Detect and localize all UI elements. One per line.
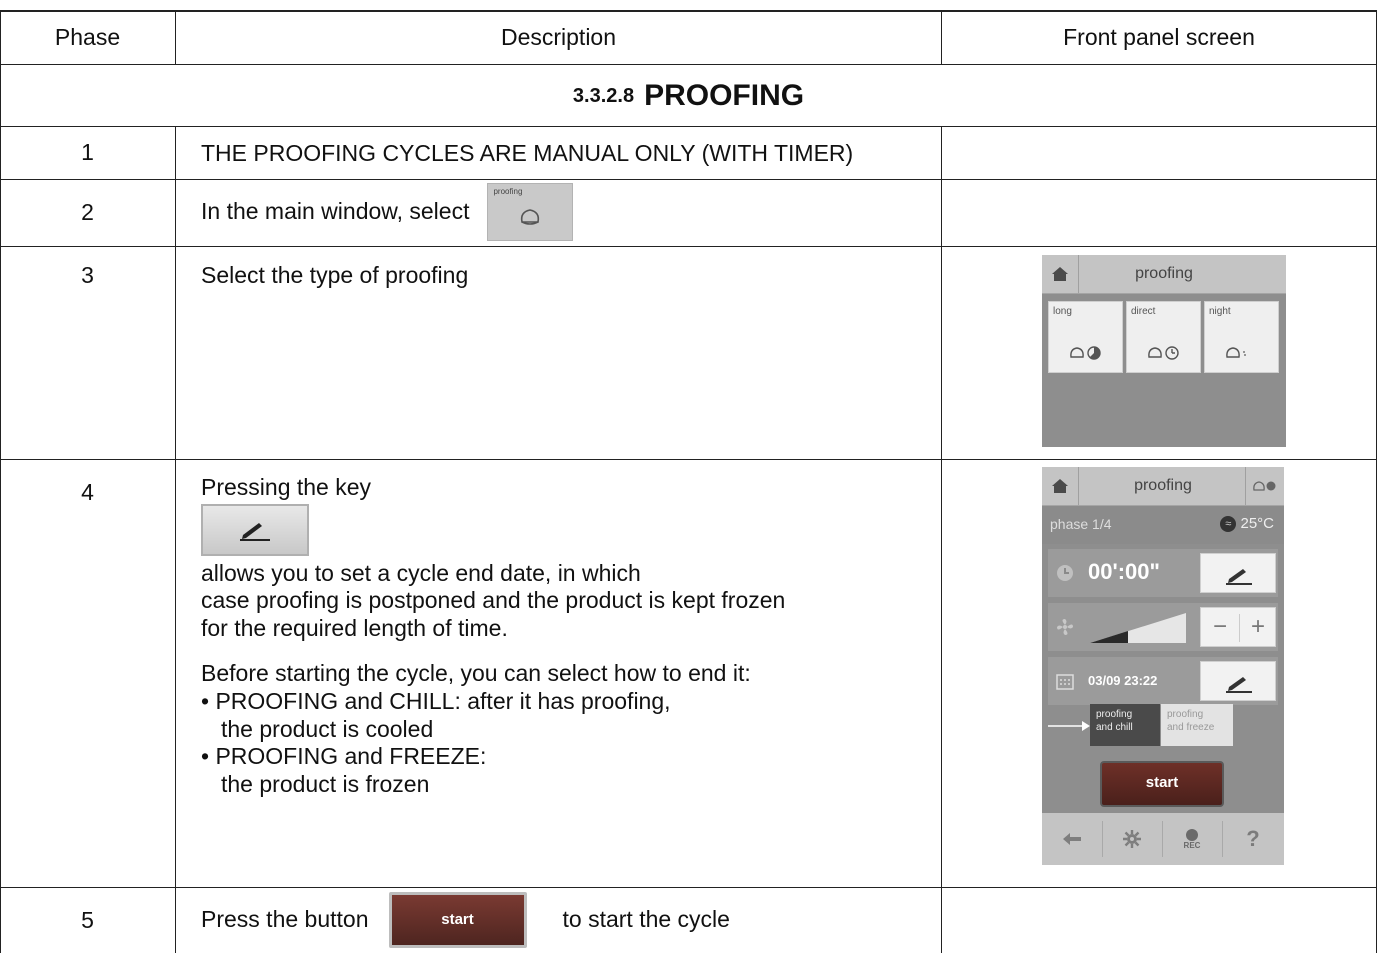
header-description: Description <box>500 24 617 51</box>
bullet-chill-b: the product is cooled <box>221 715 434 742</box>
row4-text-d: for the required length of time. <box>201 614 508 641</box>
row1-text: THE PROOFING CYCLES ARE MANUAL ONLY (WIT… <box>201 140 854 166</box>
help-icon: ? <box>1246 826 1260 851</box>
pencil-icon <box>1226 677 1252 693</box>
home-icon <box>1042 467 1079 505</box>
start-button-image: start <box>388 892 527 948</box>
option-proofing-and-chill: proofing and chill <box>1090 704 1160 746</box>
bullet-freeze-a: • PROOFING and FREEZE: <box>201 743 487 770</box>
option-proofing-and-freeze: proofing and freeze <box>1161 704 1233 746</box>
phase-indicator: phase 1/4 <box>1050 516 1112 532</box>
tile-direct-label: direct <box>1131 306 1156 317</box>
header-front-panel: Front panel screen <box>1063 24 1255 51</box>
section-number: 3.3.2.8 <box>572 84 635 107</box>
record-icon: REC <box>1162 813 1222 865</box>
phase-bar: phase 1/4 ≈ 25°C <box>1042 506 1284 544</box>
section-heading: PROOFING <box>644 78 805 112</box>
proofing-long-icon <box>1245 467 1284 505</box>
date-edit-key <box>1200 661 1276 701</box>
timer-value: 00':00" <box>1088 559 1160 584</box>
back-arrow-icon <box>1042 813 1102 865</box>
row5-phase: 5 <box>81 906 94 933</box>
row5-text-a: Press the button <box>201 906 369 933</box>
clock-icon <box>1057 565 1073 581</box>
col-divider <box>175 126 176 953</box>
row4-text-a: Pressing the key <box>201 474 372 500</box>
row4-phase: 4 <box>81 479 94 505</box>
minus-button: − <box>1212 613 1227 640</box>
panel-screenshot-settings: proofing phase 1/4 ≈ 25°C 00':00" − + 03… <box>1042 467 1284 865</box>
edit-key-image <box>201 503 309 556</box>
timer-edit-key <box>1200 553 1276 593</box>
procedure-table: Phase Description Front panel screen 3.3… <box>0 0 1377 953</box>
row2-description: In the main window, select proofing <box>201 182 936 242</box>
fan-row: − + <box>1048 603 1278 651</box>
row4-text-c: case proofing is postponed and the produ… <box>201 587 786 614</box>
panel4-header: proofing <box>1042 467 1284 506</box>
row-divider <box>0 246 1377 247</box>
option-chill-line1: proofing <box>1096 709 1133 720</box>
bullet-chill-a: • PROOFING and CHILL: after it has proof… <box>201 687 671 714</box>
proofing-night-icon <box>1226 347 1257 359</box>
col-divider <box>941 126 942 953</box>
panel4-footer: REC ? <box>1042 813 1284 865</box>
panel3-title: proofing <box>1135 265 1193 282</box>
row4-text-e: Before starting the cycle, you can selec… <box>201 660 751 687</box>
gear-icon <box>1102 813 1162 865</box>
home-icon <box>1042 255 1079 293</box>
header-phase: Phase <box>54 24 121 51</box>
tile-long: long <box>1048 301 1123 373</box>
row-divider <box>0 459 1377 460</box>
row-divider <box>0 126 1377 127</box>
date-row: 03/09 23:22 <box>1048 657 1278 705</box>
row-divider <box>0 179 1377 180</box>
calendar-icon <box>1056 674 1074 690</box>
record-label: REC <box>1183 840 1201 850</box>
panel4-title: proofing <box>1134 477 1192 494</box>
row3-phase: 3 <box>81 262 94 288</box>
panel-start-button: start <box>1100 761 1224 807</box>
arrow-pointer <box>1048 721 1090 731</box>
row3-text: Select the type of proofing <box>201 262 469 288</box>
fan-speed-level <box>1090 613 1186 643</box>
section-title: 3.3.2.8 PROOFING <box>0 65 1377 126</box>
end-date-value: 03/09 23:22 <box>1088 673 1158 688</box>
fan-stepper: − + <box>1200 607 1276 647</box>
pencil-icon <box>240 522 270 541</box>
proofing-direct-icon <box>1148 346 1179 360</box>
temperature-readout: ≈ 25°C <box>1220 515 1274 533</box>
row4-text-b: allows you to set a cycle end date, in w… <box>201 559 641 586</box>
tile-long-label: long <box>1053 306 1072 317</box>
proofing-button-label: proofing <box>493 187 523 196</box>
row-divider <box>0 887 1377 888</box>
tile-night: night <box>1204 301 1279 373</box>
option-freeze-line2: and freeze <box>1167 722 1215 733</box>
plus-button: + <box>1250 613 1265 640</box>
row4-description: Pressing the key allows you to set a cyc… <box>201 474 936 798</box>
row5-text-b: to start the cycle <box>562 906 730 933</box>
tile-direct: direct <box>1126 301 1201 373</box>
fan-mode-icon: ≈ <box>1220 516 1237 533</box>
panel3-header: proofing <box>1042 255 1286 294</box>
row2-text: In the main window, select <box>201 198 470 225</box>
row1-phase: 1 <box>81 139 94 166</box>
row5-description: Press the button start to start the cycl… <box>201 891 936 949</box>
time-row: 00':00" <box>1048 549 1278 597</box>
panel-screenshot-type-select: proofing long direct night <box>1042 255 1286 447</box>
bullet-freeze-b: the product is frozen <box>221 770 430 797</box>
tile-night-label: night <box>1209 306 1231 317</box>
option-freeze-line1: proofing <box>1167 709 1204 720</box>
pencil-icon <box>1226 569 1252 585</box>
row2-phase: 2 <box>81 199 94 226</box>
fan-icon <box>1057 619 1073 635</box>
option-chill-line2: and chill <box>1096 722 1133 733</box>
temperature-value: 25°C <box>1240 515 1274 532</box>
proofing-dough-icon <box>521 209 540 225</box>
proofing-long-icon <box>1070 346 1101 360</box>
proofing-button-image: proofing <box>487 183 574 241</box>
